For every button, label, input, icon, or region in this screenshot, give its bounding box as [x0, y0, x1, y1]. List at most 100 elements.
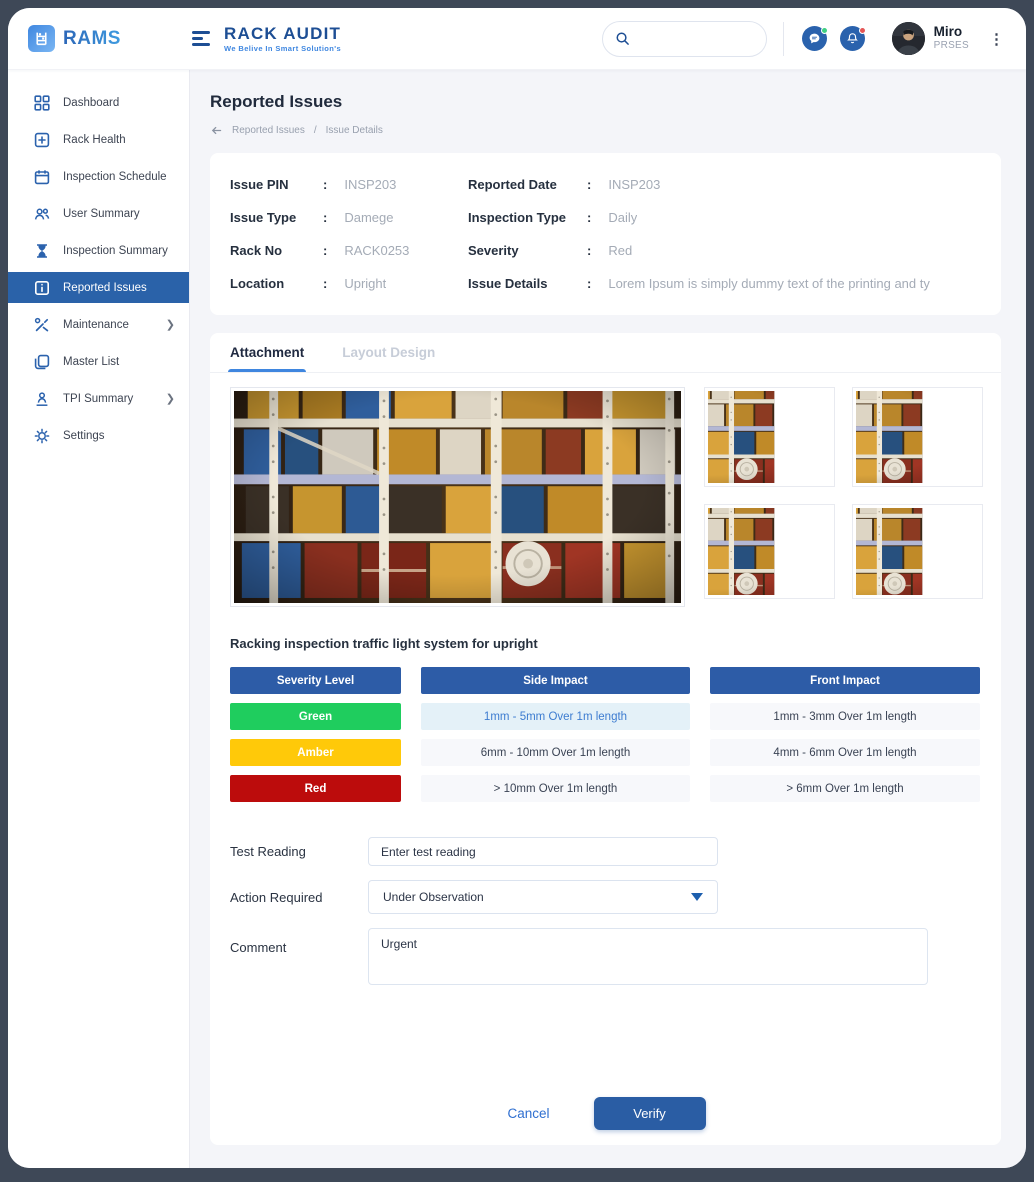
copy-icon [34, 354, 50, 370]
app-title: RACK AUDIT [224, 25, 341, 43]
hamburger-menu-icon[interactable] [192, 31, 210, 46]
severity-cell-green: Green [230, 703, 401, 730]
details-left-column: Issue PIN:INSP203 Issue Type:Damege Rack… [230, 168, 468, 300]
report-icon [34, 280, 50, 296]
kebab-menu-icon[interactable]: ⋮ [989, 30, 1004, 48]
severity-cell-red: Red [230, 775, 401, 802]
detail-row: Issue PIN:INSP203 [230, 168, 468, 201]
action-required-label: Action Required [230, 890, 368, 905]
detail-value: Daily [608, 210, 637, 225]
detail-value: Damege [344, 210, 393, 225]
sidebar-item-settings[interactable]: Settings [8, 417, 189, 454]
main-content: Reported Issues Reported Issues / Issue … [190, 70, 1026, 1168]
front-impact-cell[interactable]: > 6mm Over 1m length [710, 775, 980, 802]
chevron-right-icon: ❯ [166, 318, 175, 331]
sidebar-item-reported-issues[interactable]: Reported Issues [8, 272, 189, 303]
sidebar-item-label: Settings [63, 430, 105, 442]
detail-row: Issue Type:Damege [230, 201, 468, 234]
attachment-images [230, 387, 983, 607]
attachment-thumbnail[interactable] [704, 504, 835, 599]
window-frame: RAMS RACK AUDIT We Belive In Smart Solut… [0, 0, 1034, 1182]
sidebar-item-label: Inspection Schedule [63, 171, 167, 183]
verify-button[interactable]: Verify [594, 1097, 706, 1130]
traffic-light-table: Severity Level Side Impact Front Impact … [230, 667, 983, 802]
avatar[interactable] [892, 22, 925, 55]
attachment-thumbnail[interactable] [704, 387, 835, 487]
sidebar-item-inspection-summary[interactable]: Inspection Summary [8, 232, 189, 269]
sidebar-item-dashboard[interactable]: Dashboard [8, 84, 189, 121]
sidebar-item-master-list[interactable]: Master List [8, 343, 189, 380]
breadcrumb-separator: / [314, 125, 317, 136]
comment-label: Comment [230, 928, 368, 955]
breadcrumb-parent[interactable]: Reported Issues [232, 125, 305, 136]
attachment-card: Attachment Layout Design [210, 333, 1001, 1145]
detail-value: Red [608, 243, 632, 258]
chat-icon[interactable] [802, 26, 827, 51]
rack-health-icon [34, 132, 50, 148]
rams-logo-icon [28, 25, 55, 52]
sidebar-item-label: User Summary [63, 208, 140, 220]
topbar: RAMS RACK AUDIT We Belive In Smart Solut… [8, 8, 1026, 70]
brand-logo[interactable]: RAMS [8, 25, 190, 52]
search-input[interactable] [638, 32, 748, 46]
detail-row: Location:Upright [230, 267, 468, 300]
tpi-icon [34, 391, 50, 407]
app-subtitle: We Belive In Smart Solution's [224, 44, 341, 53]
test-reading-input[interactable] [368, 837, 718, 866]
search-bar[interactable] [602, 21, 767, 57]
sidebar-item-label: Rack Health [63, 134, 126, 146]
detail-value: Lorem Ipsum is simply dummy text of the … [608, 276, 930, 291]
detail-value: Upright [344, 276, 386, 291]
sidebar-item-tpi-summary[interactable]: TPI Summary ❯ [8, 380, 189, 417]
front-impact-cell[interactable]: 1mm - 3mm Over 1m length [710, 703, 980, 730]
side-impact-cell[interactable]: 6mm - 10mm Over 1m length [421, 739, 690, 766]
action-required-select[interactable]: Under Observation [368, 880, 718, 914]
attachment-main-image[interactable] [230, 387, 685, 607]
chat-status-dot [821, 27, 828, 34]
tab-bar: Attachment Layout Design [210, 333, 1001, 373]
bell-icon[interactable] [840, 26, 865, 51]
detail-value: INSP203 [344, 177, 396, 192]
sidebar-item-label: Reported Issues [63, 282, 147, 294]
attachment-thumbnail[interactable] [852, 504, 983, 599]
attachment-thumbnails [704, 387, 983, 607]
dashboard-icon [34, 95, 50, 111]
details-right-column: Reported Date:INSP203 Inspection Type:Da… [468, 168, 981, 300]
sidebar-item-maintenance[interactable]: Maintenance ❯ [8, 306, 189, 343]
column-header-severity: Severity Level [230, 667, 401, 694]
detail-row: Inspection Type:Daily [468, 201, 981, 234]
sidebar-item-user-summary[interactable]: User Summary [8, 195, 189, 232]
sidebar-item-inspection-schedule[interactable]: Inspection Schedule [8, 158, 189, 195]
tab-layout-design[interactable]: Layout Design [342, 333, 435, 372]
cancel-button[interactable]: Cancel [507, 1106, 549, 1121]
detail-value: INSP203 [608, 177, 660, 192]
side-impact-cell-selected[interactable]: 1mm - 5mm Over 1m length [421, 703, 690, 730]
chevron-right-icon: ❯ [166, 392, 175, 405]
sidebar: Dashboard Rack Health Inspection Schedul… [8, 70, 190, 1168]
breadcrumb-current: Issue Details [326, 125, 383, 136]
sidebar-item-rack-health[interactable]: Rack Health [8, 121, 189, 158]
front-impact-cell[interactable]: 4mm - 6mm Over 1m length [710, 739, 980, 766]
sidebar-item-label: TPI Summary [63, 393, 133, 405]
sidebar-item-label: Master List [63, 356, 119, 368]
test-reading-label: Test Reading [230, 844, 368, 859]
detail-value: RACK0253 [344, 243, 409, 258]
side-impact-cell[interactable]: > 10mm Over 1m length [421, 775, 690, 802]
app-title-block: RACK AUDIT We Belive In Smart Solution's [224, 25, 341, 53]
back-arrow-icon[interactable] [210, 124, 223, 137]
users-icon [34, 206, 50, 222]
column-header-side-impact: Side Impact [421, 667, 690, 694]
user-info: Miro PRSES [934, 25, 969, 53]
action-buttons: Cancel Verify [230, 1097, 983, 1130]
detail-row: Severity:Red [468, 234, 981, 267]
attachment-thumbnail[interactable] [852, 387, 983, 487]
sidebar-item-label: Inspection Summary [63, 245, 168, 257]
column-header-front-impact: Front Impact [710, 667, 980, 694]
tab-attachment[interactable]: Attachment [230, 333, 304, 372]
comment-textarea[interactable]: Urgent [368, 928, 928, 985]
tools-icon [34, 317, 50, 333]
detail-row: Issue Details:Lorem Ipsum is simply dumm… [468, 267, 981, 300]
bell-status-dot [859, 27, 866, 34]
severity-cell-amber: Amber [230, 739, 401, 766]
dropdown-arrow-icon [691, 893, 703, 901]
